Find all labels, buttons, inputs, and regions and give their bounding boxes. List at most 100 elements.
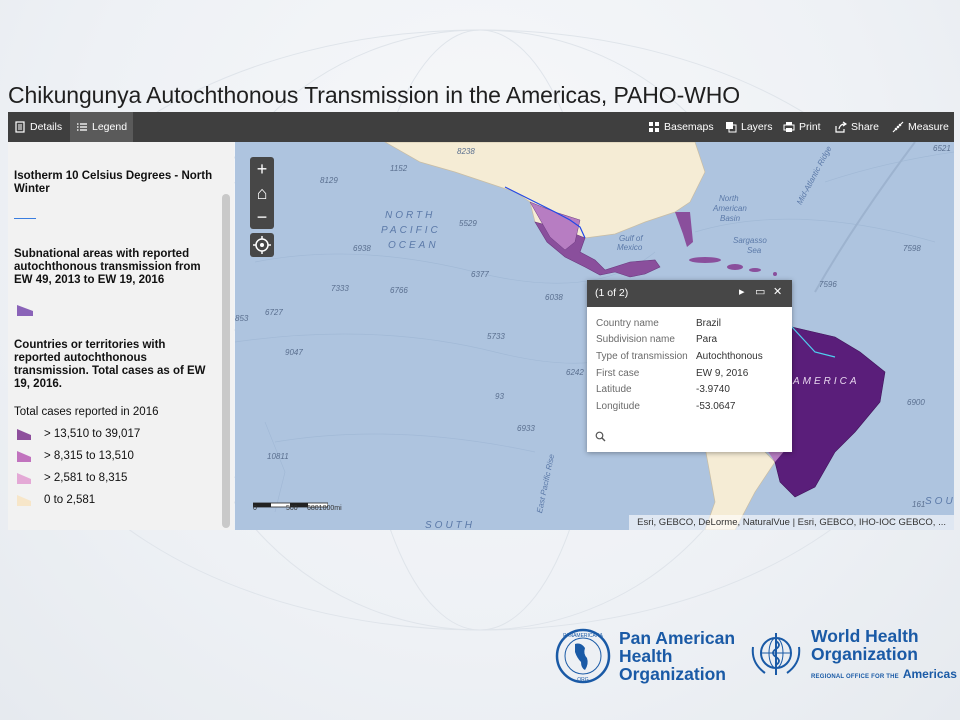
paho-name-line: Organization	[619, 664, 726, 684]
sea-label: Gulf of	[619, 234, 643, 243]
depth-label: 6900	[907, 398, 925, 407]
measure-button[interactable]: Measure	[892, 112, 949, 142]
depth-label: 1152	[390, 164, 408, 173]
depth-label: 6377	[471, 270, 489, 279]
class-swatch	[17, 428, 31, 440]
depth-label: 8129	[320, 176, 338, 185]
class-swatch	[17, 450, 31, 462]
depth-label: 9047	[285, 348, 303, 357]
who-emblem-icon	[751, 633, 801, 675]
crosshair-icon	[253, 236, 271, 254]
sea-label: American	[713, 204, 747, 213]
depth-label: 7596	[819, 280, 837, 289]
close-popup-button[interactable]: ✕	[773, 285, 782, 298]
ocean-label: SOUTH	[425, 520, 475, 530]
printer-icon	[783, 122, 795, 132]
legend-label: Legend	[92, 121, 128, 133]
ocean-label: OCEAN	[388, 240, 439, 251]
sea-label: Mexico	[617, 243, 643, 252]
zoom-to-button[interactable]	[595, 431, 606, 445]
legend-scrollbar[interactable]	[222, 194, 230, 528]
popup-field: Subdivision name Para	[596, 334, 717, 345]
layers-button[interactable]: Layers	[725, 112, 773, 142]
basemaps-button[interactable]: Basemaps	[648, 112, 714, 142]
document-icon	[15, 121, 25, 133]
scale-end: 6801000mi	[307, 505, 342, 512]
sea-label: Sea	[747, 246, 762, 255]
ocean-label: NORTH	[385, 210, 436, 221]
paho-name: Pan American Health Organization	[619, 629, 735, 683]
field-value: -53.0647	[696, 401, 736, 412]
who-name: World Health Organization	[811, 627, 957, 663]
popup-field: Type of transmission Autochthonous	[596, 351, 763, 362]
details-label: Details	[30, 121, 63, 133]
next-feature-button[interactable]: ▸	[739, 285, 745, 298]
depth-label: 6521	[933, 144, 951, 153]
field-value: Autochthonous	[696, 351, 763, 362]
zoom-in-button[interactable]: +	[250, 157, 274, 181]
isotherm-title: Isotherm 10 Celsius Degrees - North Wint…	[14, 170, 213, 195]
ocean-label: PACIFIC	[381, 225, 441, 236]
paho-seal-text: PANAMERICANA	[563, 633, 603, 639]
page-title: Chikungunya Autochthonous Transmission i…	[8, 82, 741, 108]
depth-label: 853	[235, 314, 249, 323]
grid-icon	[649, 122, 659, 132]
subnational-swatch	[17, 305, 33, 316]
field-key: First case	[596, 368, 640, 379]
who-name-line: Organization	[811, 644, 918, 664]
locate-button[interactable]	[250, 233, 274, 257]
share-button[interactable]: Share	[835, 112, 879, 142]
depth-label: 7598	[903, 244, 921, 253]
ruler-icon	[892, 121, 904, 133]
depth-label: 7333	[331, 284, 349, 293]
depth-label: 6938	[353, 244, 371, 253]
legend-button[interactable]: Legend	[70, 112, 134, 142]
popup-field: Country name Brazil	[596, 318, 721, 329]
paho-logo: PANAMERICANA ORG Pan American Health Org…	[555, 628, 735, 684]
paho-name-line: Health	[619, 646, 673, 666]
measure-label: Measure	[908, 121, 949, 133]
popup-field: First case EW 9, 2016	[596, 368, 748, 379]
popup-title: (1 of 2)	[595, 287, 629, 299]
home-button[interactable]: ⌂	[250, 181, 274, 205]
field-key: Longitude	[596, 401, 640, 412]
depth-label: 93	[495, 392, 504, 401]
who-region: Americas	[902, 667, 957, 681]
feature-popup: (1 of 2) ▸ ▭ ✕ Country name Brazil Subdiv…	[587, 280, 792, 452]
details-button[interactable]: Details	[14, 112, 62, 142]
paho-seal-icon: PANAMERICANA ORG	[555, 628, 611, 684]
who-regional-label: REGIONAL OFFICE FOR THE	[811, 674, 899, 680]
scale-bar: 0 500 6801000mi	[252, 497, 342, 515]
map-view[interactable]: NORTH PACIFIC OCEAN SOUTH AMERICA SOU Gu…	[235, 142, 954, 530]
depth-label: 6038	[545, 293, 563, 302]
zoom-out-button[interactable]: −	[250, 205, 274, 229]
scale-mid: 500	[286, 505, 298, 512]
maximize-button[interactable]: ▭	[755, 285, 765, 298]
print-button[interactable]: Print	[783, 112, 821, 142]
scale-zero: 0	[253, 505, 257, 512]
field-value: -3.9740	[696, 384, 730, 395]
depth-label: 6727	[265, 308, 283, 317]
field-key: Subdivision name	[596, 334, 675, 345]
popup-field: Longitude -53.0647	[596, 401, 735, 412]
depth-label: 5733	[487, 332, 505, 341]
depth-label: 8238	[457, 147, 475, 156]
who-text-block: World Health Organization REGIONAL OFFIC…	[811, 627, 957, 681]
layers-icon	[726, 122, 737, 133]
legend-class-row: > 13,510 to 39,017	[16, 426, 140, 442]
sea-label: Sargasso	[733, 236, 767, 245]
class-label: > 2,581 to 8,315	[44, 472, 128, 484]
class-label: > 13,510 to 39,017	[44, 428, 141, 440]
field-key: Type of transmission	[596, 351, 688, 362]
field-key: Latitude	[596, 384, 632, 395]
map-attribution[interactable]: Esri, GEBCO, DeLorme, NaturalVue | Esri,…	[629, 515, 954, 530]
depth-label: 6933	[517, 424, 535, 433]
florida-area	[675, 212, 693, 247]
magnify-icon	[595, 431, 606, 442]
basemaps-label: Basemaps	[664, 121, 714, 133]
legend-class-row: 0 to 2,581	[16, 492, 95, 508]
depth-label: 6242	[566, 368, 584, 377]
sea-label: Basin	[720, 214, 741, 223]
layers-label: Layers	[741, 121, 773, 133]
class-swatch	[17, 494, 31, 506]
